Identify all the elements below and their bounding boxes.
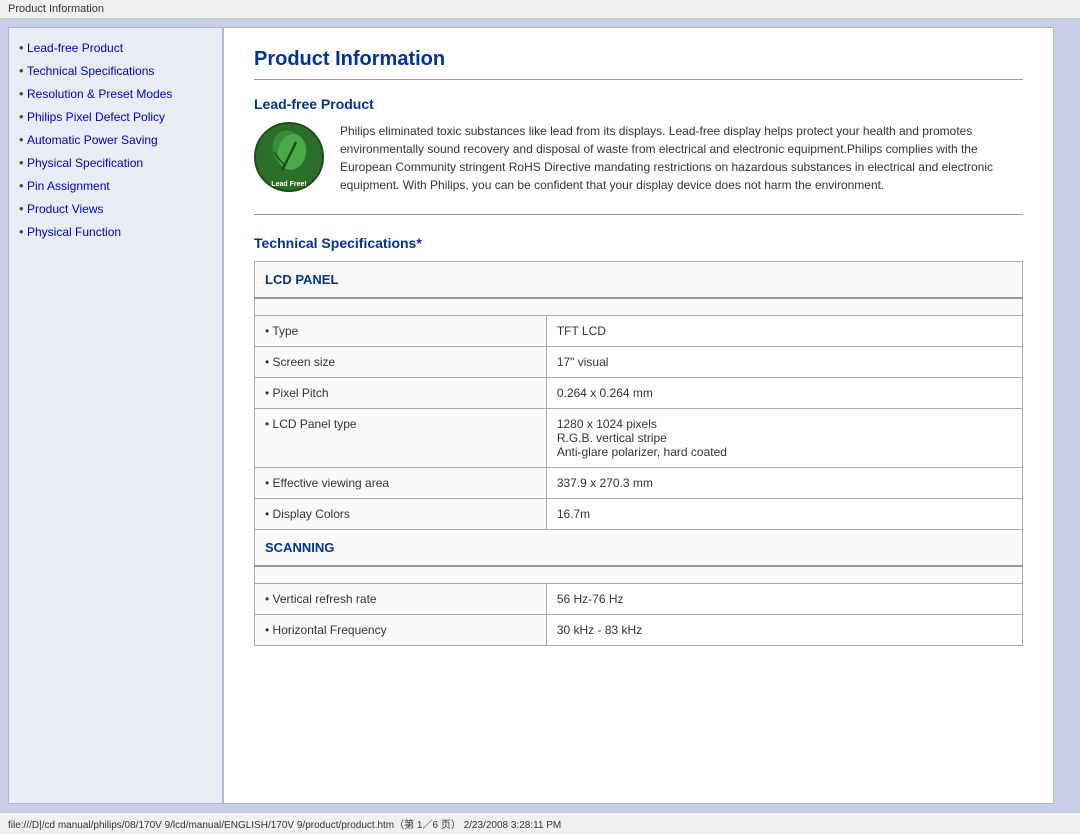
spacer-scanning	[255, 566, 1023, 584]
title-bar: Product Information	[0, 0, 1080, 19]
sidebar-item-physical-spec[interactable]: Physical Specification	[19, 155, 212, 170]
table-row-vertical-refresh: • Vertical refresh rate 56 Hz-76 Hz	[255, 584, 1023, 615]
sidebar-item-pixel-defect[interactable]: Philips Pixel Defect Policy	[19, 109, 212, 124]
sidebar-item-pin-assignment[interactable]: Pin Assignment	[19, 178, 212, 193]
row-label-vertical-refresh: • Vertical refresh rate	[255, 584, 547, 615]
row-label-pixel-pitch: • Pixel Pitch	[255, 378, 547, 409]
sidebar-item-resolution[interactable]: Resolution & Preset Modes	[19, 86, 212, 101]
lead-free-content: Lead Free! Philips eliminated toxic subs…	[254, 122, 1023, 215]
sidebar-item-lead-free[interactable]: Lead-free Product	[19, 40, 212, 55]
content-area: Product Information Lead-free Product Le…	[223, 27, 1054, 804]
status-bar: file:///D|/cd manual/philips/08/170V 9/l…	[0, 812, 1080, 834]
sidebar: Lead-free Product Technical Specificatio…	[8, 27, 223, 804]
scanning-header-row: SCANNING	[255, 530, 1023, 567]
row-value-lcd-panel-type: 1280 x 1024 pixels R.G.B. vertical strip…	[546, 409, 1022, 468]
spacer-lcd	[255, 298, 1023, 316]
lcd-panel-header: LCD PANEL	[255, 262, 1023, 299]
svg-text:Lead Free!: Lead Free!	[271, 181, 306, 188]
row-value-screen-size: 17" visual	[546, 347, 1022, 378]
lead-free-logo: Lead Free!	[254, 122, 324, 192]
lead-free-title: Lead-free Product	[254, 96, 1023, 112]
row-label-horizontal-freq: • Horizontal Frequency	[255, 615, 547, 646]
lead-free-text: Philips eliminated toxic substances like…	[340, 122, 1023, 194]
row-value-pixel-pitch: 0.264 x 0.264 mm	[546, 378, 1022, 409]
page-title: Product Information	[254, 48, 1023, 80]
table-row-lcd-panel-type: • LCD Panel type 1280 x 1024 pixels R.G.…	[255, 409, 1023, 468]
sidebar-item-product-views[interactable]: Product Views	[19, 201, 212, 216]
row-value-type: TFT LCD	[546, 316, 1022, 347]
specs-table: LCD PANEL • Type TFT LCD • Screen size 1…	[254, 261, 1023, 646]
row-label-display-colors: • Display Colors	[255, 499, 547, 530]
row-value-viewing-area: 337.9 x 270.3 mm	[546, 468, 1022, 499]
sidebar-nav: Lead-free Product Technical Specificatio…	[19, 40, 212, 239]
row-label-viewing-area: • Effective viewing area	[255, 468, 547, 499]
status-bar-text: file:///D|/cd manual/philips/08/170V 9/l…	[8, 820, 561, 831]
right-bar	[1054, 27, 1072, 804]
table-row-pixel-pitch: • Pixel Pitch 0.264 x 0.264 mm	[255, 378, 1023, 409]
lcd-panel-header-row: LCD PANEL	[255, 262, 1023, 299]
sidebar-item-tech-specs[interactable]: Technical Specifications	[19, 63, 212, 78]
title-bar-text: Product Information	[8, 3, 104, 15]
table-row-viewing-area: • Effective viewing area 337.9 x 270.3 m…	[255, 468, 1023, 499]
sidebar-item-physical-function[interactable]: Physical Function	[19, 224, 212, 239]
row-value-vertical-refresh: 56 Hz-76 Hz	[546, 584, 1022, 615]
sidebar-item-power-saving[interactable]: Automatic Power Saving	[19, 132, 212, 147]
row-value-display-colors: 16.7m	[546, 499, 1022, 530]
table-row-type: • Type TFT LCD	[255, 316, 1023, 347]
table-row-screen-size: • Screen size 17" visual	[255, 347, 1023, 378]
lead-free-section: Lead-free Product Lead Free! Philips eli…	[254, 96, 1023, 215]
tech-specs-title: Technical Specifications*	[254, 235, 1023, 251]
row-label-type: • Type	[255, 316, 547, 347]
scanning-header: SCANNING	[255, 530, 1023, 567]
tech-specs-section: Technical Specifications* LCD PANEL • Ty…	[254, 235, 1023, 646]
row-label-screen-size: • Screen size	[255, 347, 547, 378]
row-value-horizontal-freq: 30 kHz - 83 kHz	[546, 615, 1022, 646]
table-row-display-colors: • Display Colors 16.7m	[255, 499, 1023, 530]
table-row-horizontal-freq: • Horizontal Frequency 30 kHz - 83 kHz	[255, 615, 1023, 646]
row-label-lcd-panel-type: • LCD Panel type	[255, 409, 547, 468]
